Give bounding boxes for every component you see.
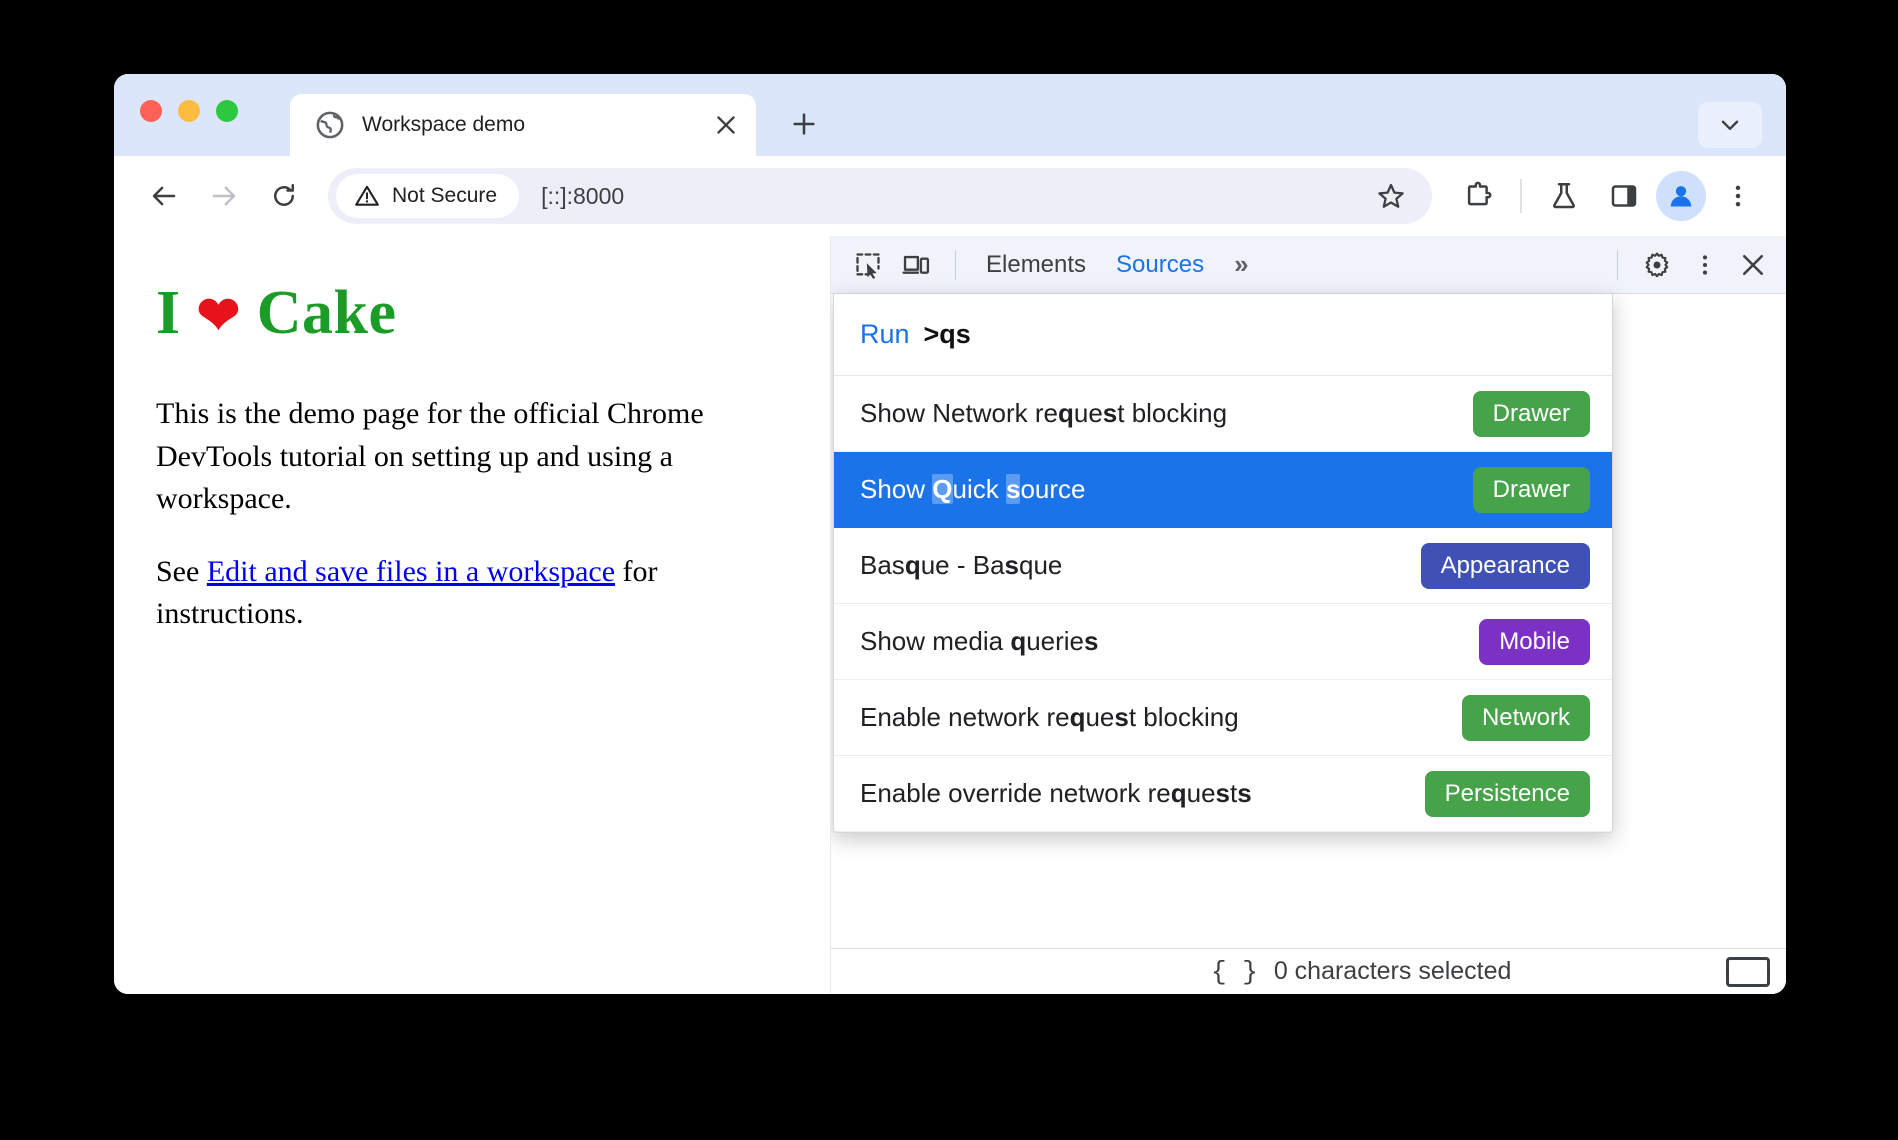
gear-icon[interactable]: [1634, 243, 1680, 287]
command-category-badge: Drawer: [1472, 390, 1590, 437]
security-status-chip[interactable]: Not Secure: [336, 174, 520, 218]
browser-tab[interactable]: Workspace demo: [290, 94, 756, 156]
page-paragraph-1: This is the demo page for the official C…: [156, 397, 704, 516]
star-icon[interactable]: [1368, 173, 1414, 219]
warning-triangle-icon: [355, 185, 379, 206]
command-label: Show Network request blocking: [860, 398, 1228, 428]
selection-status-text: 0 characters selected: [1273, 957, 1512, 985]
devtools-toolbar-divider: [955, 249, 956, 280]
devtools-status-bar: { } 0 characters selected: [831, 948, 1786, 994]
command-category-badge: Mobile: [1479, 618, 1590, 665]
puzzle-piece-icon[interactable]: [1450, 168, 1506, 224]
devtools-toolbar: Elements Sources »: [831, 236, 1786, 294]
workspace-doc-link[interactable]: Edit and save files in a workspace: [207, 555, 615, 588]
new-tab-button[interactable]: [782, 102, 826, 146]
toolbar-divider: [1520, 179, 1522, 213]
tab-elements[interactable]: Elements: [972, 243, 1100, 287]
minimize-window-button[interactable]: [178, 100, 200, 122]
maximize-window-button[interactable]: [216, 100, 238, 122]
device-toolbar-icon[interactable]: [893, 243, 939, 287]
command-label: Enable network request blocking: [860, 702, 1239, 732]
curly-braces-icon: { }: [1211, 956, 1258, 987]
command-category-badge: Drawer: [1472, 466, 1590, 513]
three-dots-vertical-icon[interactable]: [1682, 243, 1728, 287]
browser-toolbar: Not Secure [::]:8000: [114, 156, 1786, 236]
command-category-badge: Appearance: [1420, 542, 1590, 589]
more-tabs-chevron-icon[interactable]: »: [1220, 249, 1262, 280]
command-palette-results: Show Network request blocking Drawer Show …: [834, 376, 1612, 832]
command-palette: Run >qs Show Network request blocking Dra…: [833, 294, 1613, 833]
command-category-badge: Persistence: [1424, 770, 1590, 817]
inspect-element-icon[interactable]: [845, 243, 891, 287]
command-label: Show media queries: [860, 626, 1099, 656]
forward-arrow-icon[interactable]: [196, 168, 252, 224]
flask-icon[interactable]: [1536, 168, 1592, 224]
devtools-toolbar-divider-right: [1617, 249, 1618, 280]
command-palette-input[interactable]: Run >qs: [834, 294, 1612, 376]
reload-icon[interactable]: [256, 168, 312, 224]
page-viewport: I ❤ Cake This is the demo page for the o…: [114, 236, 831, 994]
command-category-badge: Network: [1461, 694, 1590, 741]
tab-sources[interactable]: Sources: [1102, 243, 1218, 287]
url-text[interactable]: [::]:8000: [541, 183, 1368, 210]
command-palette-item[interactable]: Show media queries Mobile: [834, 604, 1612, 680]
paragraph2-prefix: See: [156, 554, 207, 588]
page-title-before: I: [156, 279, 197, 347]
side-panel-icon[interactable]: [1596, 168, 1652, 224]
command-palette-item[interactable]: Show Quick source Drawer: [834, 452, 1612, 528]
command-label: Enable override network requests: [860, 778, 1252, 808]
command-palette-item[interactable]: Enable override network requests Persiste…: [834, 756, 1612, 832]
command-palette-item[interactable]: Show Network request blocking Drawer: [834, 376, 1612, 452]
address-bar[interactable]: Not Secure [::]:8000: [328, 168, 1432, 224]
heart-icon: ❤: [196, 288, 241, 345]
security-status-label: Not Secure: [392, 184, 498, 207]
format-button-icon[interactable]: [1726, 956, 1770, 987]
command-palette-item[interactable]: Basque - Basque Appearance: [834, 528, 1612, 604]
browser-window: Workspace demo Not Secure [::]:8000 I ❤ …: [114, 74, 1786, 994]
page-title: I ❤ Cake: [156, 278, 790, 349]
close-x-icon[interactable]: [1730, 243, 1776, 287]
content-area: I ❤ Cake This is the demo page for the o…: [114, 236, 1786, 994]
window-traffic-lights: [140, 100, 238, 122]
person-avatar-icon[interactable]: [1656, 171, 1706, 221]
globe-icon: [316, 111, 344, 139]
close-window-button[interactable]: [140, 100, 162, 122]
command-palette-item[interactable]: Enable network request blocking Network: [834, 680, 1612, 756]
command-query-text[interactable]: >qs: [924, 319, 971, 350]
tab-title: Workspace demo: [362, 113, 526, 136]
run-prefix-label: Run: [860, 319, 910, 349]
close-icon[interactable]: [704, 103, 748, 147]
devtools-panel: Elements Sources » {} 0 characters sele…: [831, 236, 1786, 994]
chevron-down-icon[interactable]: [1698, 102, 1762, 148]
back-arrow-icon[interactable]: [136, 168, 192, 224]
command-label: Show Quick source: [860, 474, 1086, 504]
command-label: Basque - Basque: [860, 550, 1063, 580]
tab-strip: Workspace demo: [114, 74, 1786, 156]
page-paragraph-2: See Edit and save files in a workspace f…: [156, 551, 790, 636]
three-dots-vertical-icon[interactable]: [1710, 168, 1766, 224]
page-title-after: Cake: [240, 279, 397, 347]
